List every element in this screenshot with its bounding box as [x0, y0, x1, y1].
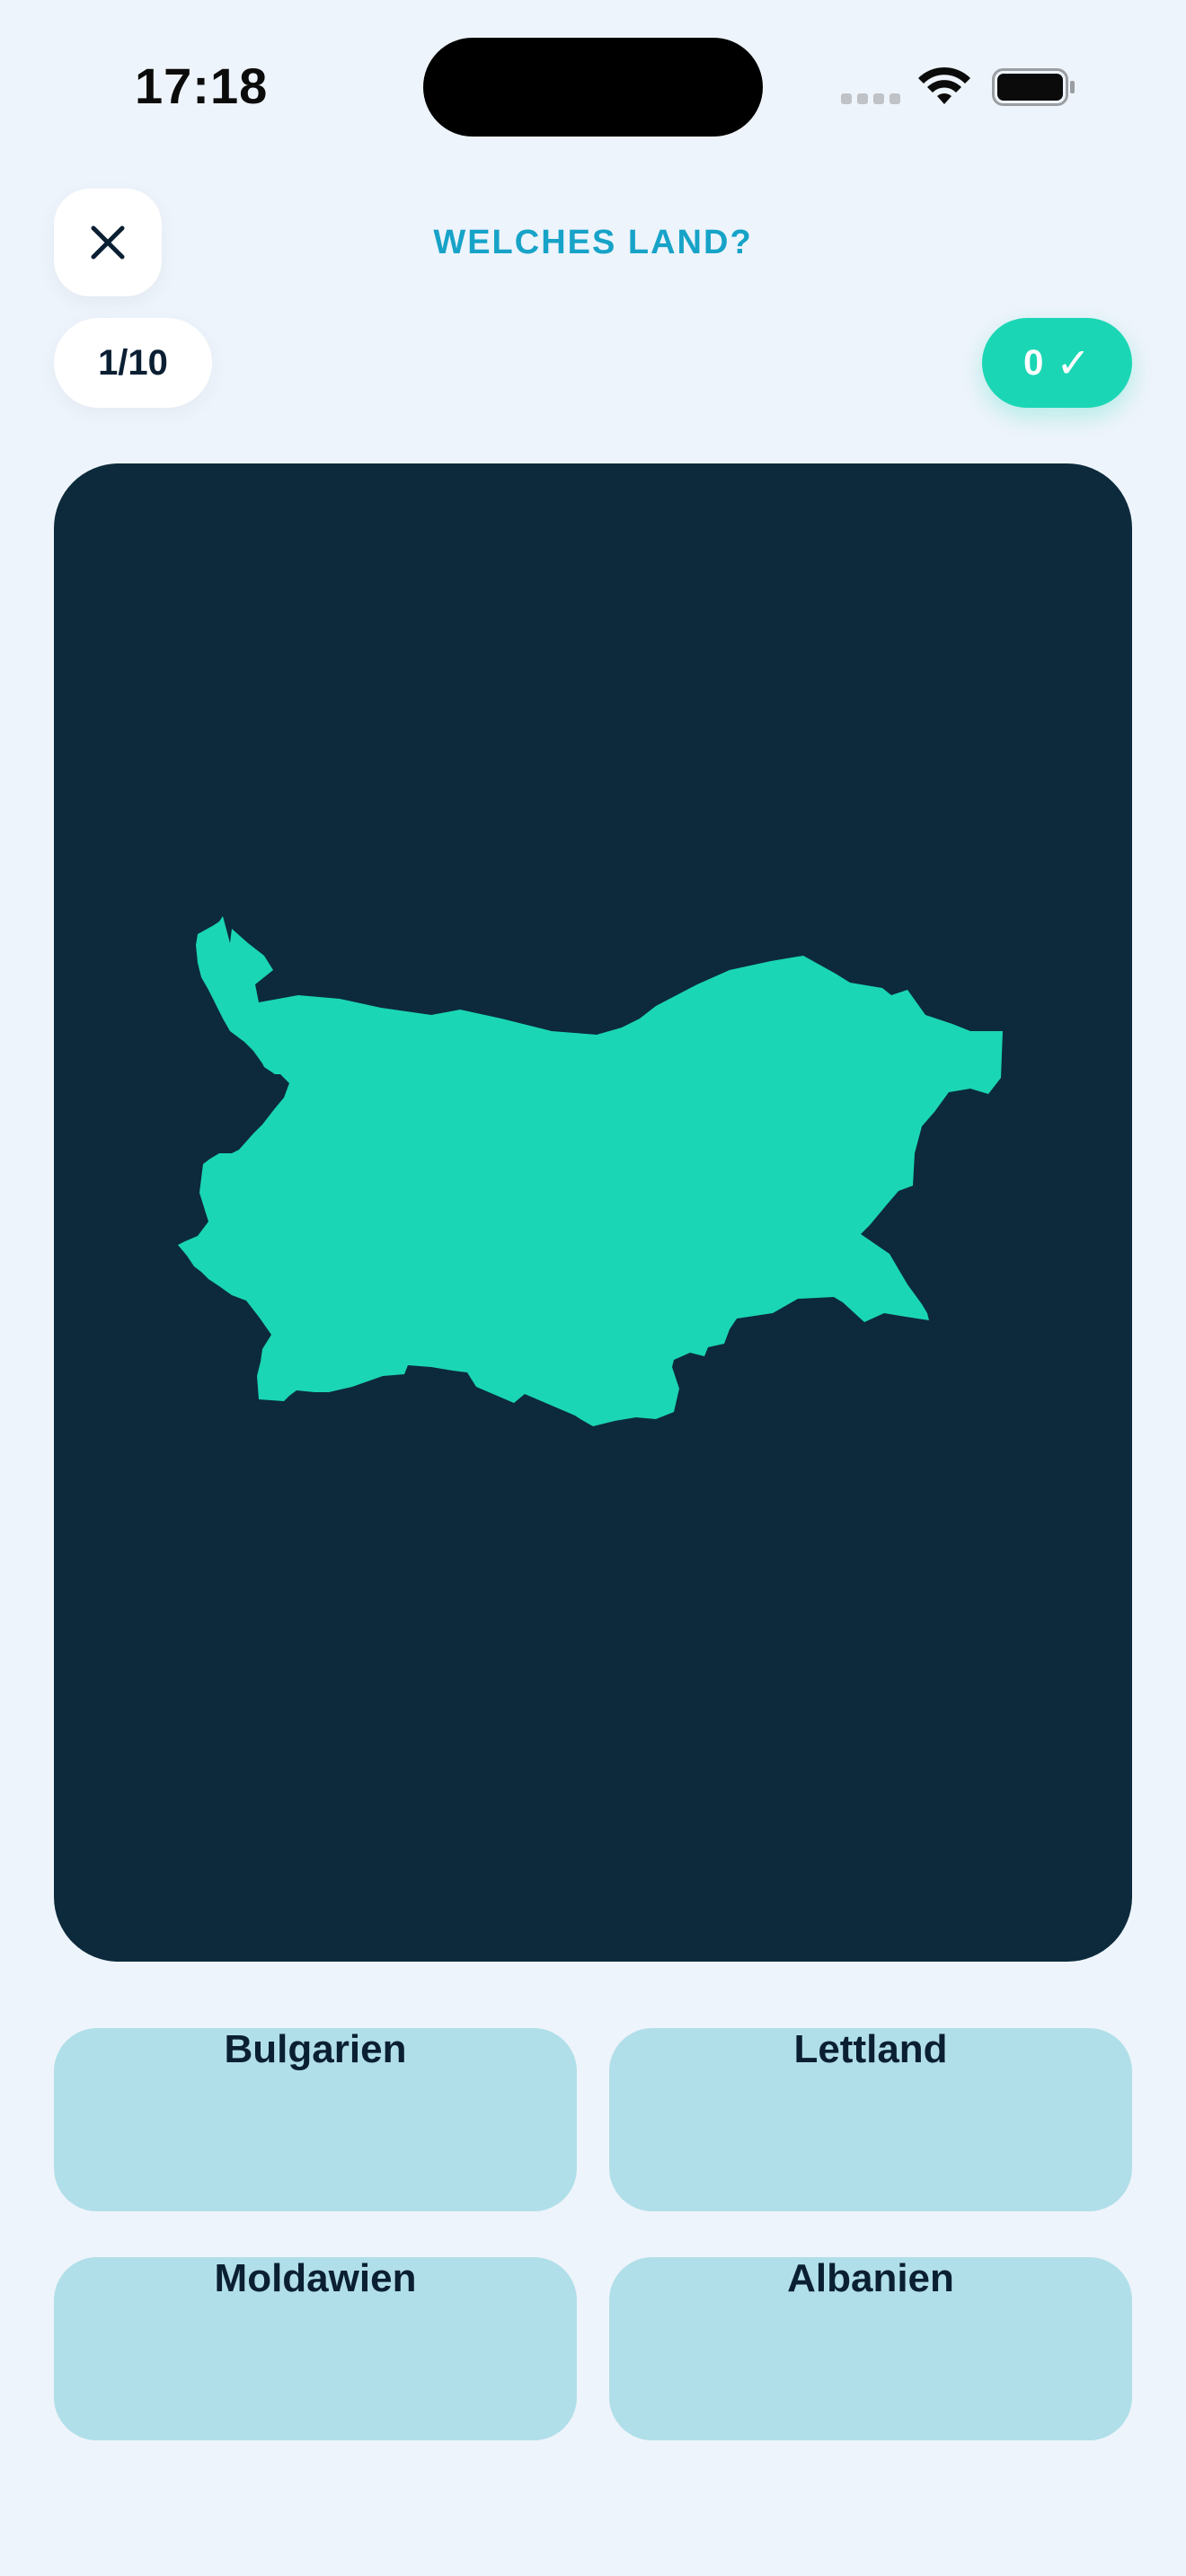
answer-button-3[interactable]: Moldawien: [54, 2256, 577, 2440]
signal-icon: [841, 92, 904, 106]
close-button[interactable]: [54, 189, 162, 296]
answer-button-4[interactable]: Albanien: [609, 2256, 1132, 2440]
answer-label: Bulgarien: [224, 2027, 407, 2071]
page-title: WELCHES LAND?: [433, 224, 753, 261]
score-value: 0: [1023, 342, 1044, 383]
country-shape: [178, 916, 1003, 1426]
close-icon: [91, 225, 125, 260]
map-card: [54, 463, 1132, 1962]
status-time: 17:18: [135, 57, 269, 114]
answer-button-1[interactable]: Bulgarien: [54, 2027, 577, 2211]
answer-label: Lettland: [793, 2027, 948, 2071]
answer-label: Albanien: [787, 2256, 954, 2300]
question-progress: 1/10: [54, 318, 212, 408]
battery-icon: [992, 68, 1075, 106]
answer-button-2[interactable]: Lettland: [609, 2027, 1132, 2211]
wifi-icon: [918, 66, 970, 104]
dynamic-island: [423, 38, 763, 137]
score-badge: 0 ✓: [982, 318, 1132, 408]
answer-label: Moldawien: [214, 2256, 417, 2300]
check-icon: ✓: [1056, 339, 1091, 387]
